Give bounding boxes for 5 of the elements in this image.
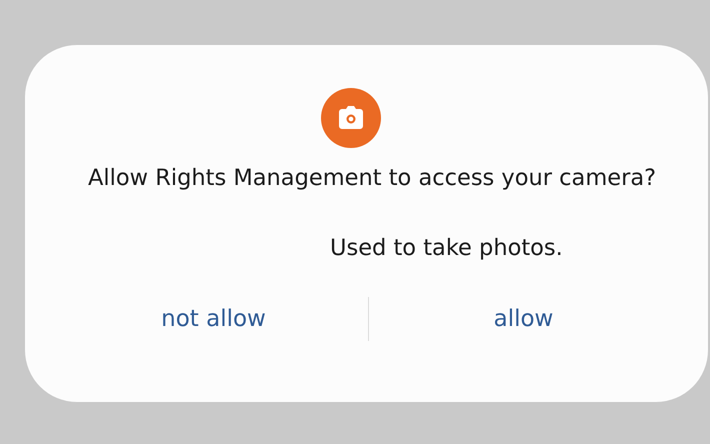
- deny-button[interactable]: not allow: [59, 298, 368, 340]
- dialog-message: Used to take photos.: [330, 235, 563, 261]
- allow-button[interactable]: allow: [369, 298, 678, 340]
- dialog-title: Allow Rights Management to access your camera?: [88, 165, 656, 191]
- camera-icon: [321, 88, 381, 148]
